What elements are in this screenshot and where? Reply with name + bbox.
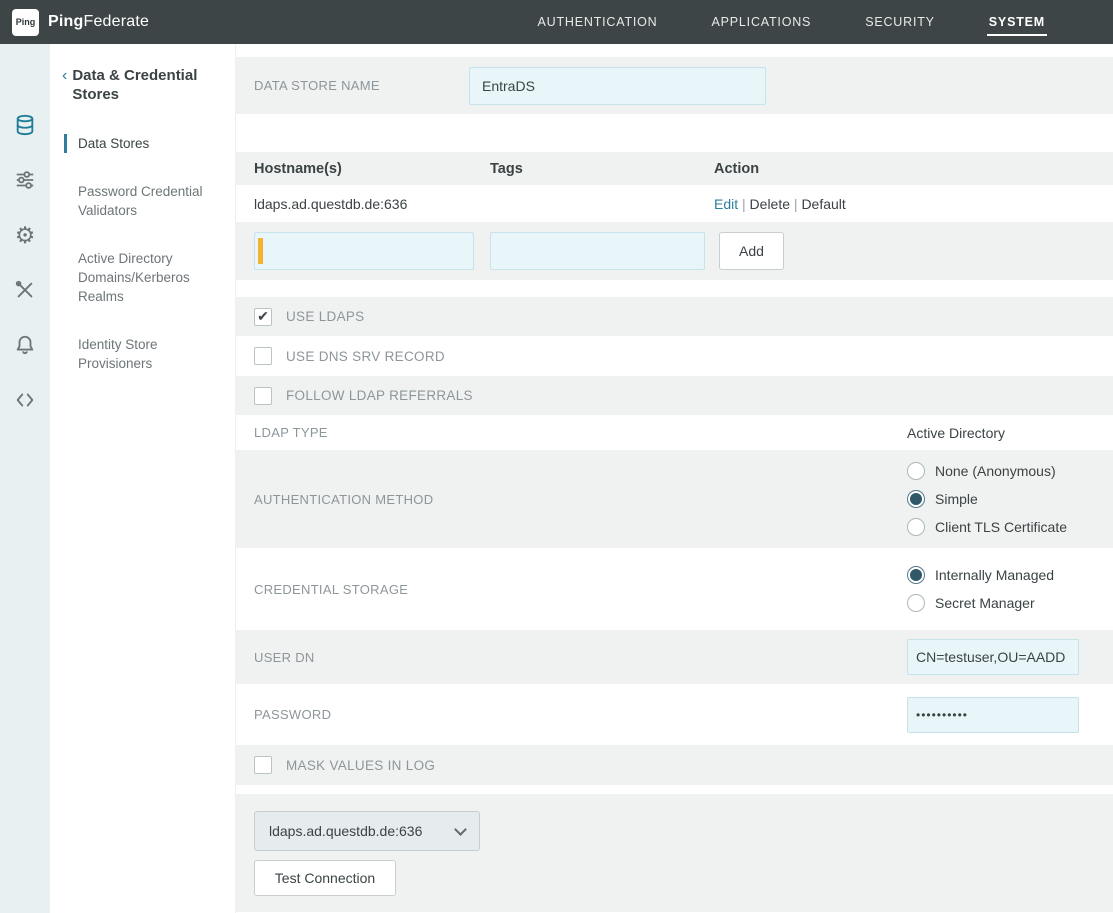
user-dn-label: USER DN <box>254 650 907 665</box>
credential-storage-row: CREDENTIAL STORAGE Internally Managed Se… <box>236 548 1113 630</box>
ldap-type-row: LDAP TYPE Active Directory <box>236 415 1113 450</box>
icon-rail: ⚙ <box>0 44 50 913</box>
nav-system[interactable]: SYSTEM <box>987 9 1047 36</box>
add-button[interactable]: Add <box>719 232 784 270</box>
sidebar-item-data-stores[interactable]: Data Stores <box>64 134 235 153</box>
mask-values-label: MASK VALUES IN LOG <box>286 758 435 773</box>
radio-internally-managed[interactable] <box>907 566 925 584</box>
col-action: Action <box>714 161 1113 177</box>
follow-ldap-referrals-label: FOLLOW LDAP REFERRALS <box>286 388 473 403</box>
radio-secret-manager[interactable] <box>907 594 925 612</box>
use-dns-srv-row: USE DNS SRV RECORD <box>236 336 1113 376</box>
ping-logo-icon: Ping <box>12 9 39 36</box>
ldap-type-label: LDAP TYPE <box>254 425 907 440</box>
tools-icon[interactable] <box>13 278 37 302</box>
radio-client-tls[interactable] <box>907 518 925 536</box>
back-chevron-icon[interactable]: ‹ <box>62 66 67 104</box>
use-dns-srv-label: USE DNS SRV RECORD <box>286 349 445 364</box>
ldap-type-value: Active Directory <box>907 425 1005 441</box>
ping-logo-text: Ping <box>16 17 36 27</box>
radio-none-anonymous[interactable] <box>907 462 925 480</box>
connection-select-value: ldaps.ad.questdb.de:636 <box>269 823 456 839</box>
credential-storage-options: Internally Managed Secret Manager <box>907 566 1054 612</box>
sidebar-title: Data & Credential Stores <box>72 66 212 104</box>
data-store-name-input[interactable] <box>469 67 766 105</box>
radio-none-anonymous-label: None (Anonymous) <box>935 463 1056 479</box>
credential-storage-label: CREDENTIAL STORAGE <box>254 582 907 597</box>
use-ldaps-row: USE LDAPS <box>236 297 1113 336</box>
radio-simple-label: Simple <box>935 491 978 507</box>
hostname-value: ldaps.ad.questdb.de:636 <box>254 196 490 212</box>
app-title-bold: Ping <box>48 13 83 30</box>
text-caret <box>258 238 263 264</box>
action-separator: | <box>742 196 750 212</box>
use-ldaps-checkbox[interactable] <box>254 308 272 326</box>
test-connection-section: ldaps.ad.questdb.de:636 Test Connection <box>236 794 1113 912</box>
password-label: PASSWORD <box>254 707 907 722</box>
sidebar-header: ‹ Data & Credential Stores <box>50 66 235 104</box>
default-link[interactable]: Default <box>801 196 845 212</box>
user-dn-row: USER DN <box>236 630 1113 684</box>
sliders-icon[interactable] <box>13 168 37 192</box>
use-ldaps-label: USE LDAPS <box>286 309 364 324</box>
use-dns-srv-checkbox[interactable] <box>254 347 272 365</box>
authentication-method-label: AUTHENTICATION METHOD <box>254 492 907 507</box>
topbar: Ping PingFederate AUTHENTICATION APPLICA… <box>0 0 1113 44</box>
edit-link[interactable]: Edit <box>714 196 738 212</box>
auth-option-none[interactable]: None (Anonymous) <box>907 462 1067 480</box>
main-content: DATA STORE NAME Hostname(s) Tags Action … <box>236 44 1113 913</box>
new-tags-input[interactable] <box>490 232 705 270</box>
user-dn-input[interactable] <box>907 639 1079 675</box>
table-row: ldaps.ad.questdb.de:636 Edit | Delete | … <box>236 185 1113 222</box>
password-row: PASSWORD <box>236 684 1113 745</box>
test-connection-button[interactable]: Test Connection <box>254 860 396 896</box>
nav-authentication[interactable]: AUTHENTICATION <box>536 9 660 36</box>
auth-option-simple[interactable]: Simple <box>907 490 1067 508</box>
authentication-method-options: None (Anonymous) Simple Client TLS Certi… <box>907 462 1067 536</box>
mask-values-row: MASK VALUES IN LOG <box>236 745 1113 785</box>
connection-select[interactable]: ldaps.ad.questdb.de:636 <box>254 811 480 851</box>
password-input[interactable] <box>907 697 1079 733</box>
app-title: PingFederate <box>48 13 149 31</box>
sidebar-item-ad-domains-kerberos[interactable]: Active Directory Domains/Kerberos Realms <box>64 249 235 306</box>
delete-link[interactable]: Delete <box>750 196 790 212</box>
follow-ldap-referrals-row: FOLLOW LDAP REFERRALS <box>236 376 1113 415</box>
radio-secret-manager-label: Secret Manager <box>935 595 1035 611</box>
sidebar: ‹ Data & Credential Stores Data Stores P… <box>50 44 236 913</box>
chevron-down-icon <box>454 823 467 836</box>
sidebar-item-password-credential-validators[interactable]: Password Credential Validators <box>64 182 235 220</box>
mask-values-checkbox[interactable] <box>254 756 272 774</box>
data-store-name-row: DATA STORE NAME <box>236 57 1113 114</box>
nav-security[interactable]: SECURITY <box>863 9 937 36</box>
authentication-method-row: AUTHENTICATION METHOD None (Anonymous) S… <box>236 450 1113 548</box>
bell-icon[interactable] <box>13 333 37 357</box>
top-navigation: AUTHENTICATION APPLICATIONS SECURITY SYS… <box>536 9 1113 36</box>
auth-option-client-tls[interactable]: Client TLS Certificate <box>907 518 1067 536</box>
sidebar-item-identity-store-provisioners[interactable]: Identity Store Provisioners <box>64 335 235 373</box>
row-actions: Edit | Delete | Default <box>714 196 1113 212</box>
radio-internally-managed-label: Internally Managed <box>935 567 1054 583</box>
sidebar-menu: Data Stores Password Credential Validato… <box>50 134 235 373</box>
app-title-rest: Federate <box>83 13 149 30</box>
cred-option-secret-manager[interactable]: Secret Manager <box>907 594 1054 612</box>
col-hostnames: Hostname(s) <box>254 161 490 177</box>
nav-applications[interactable]: APPLICATIONS <box>710 9 814 36</box>
data-store-name-label: DATA STORE NAME <box>254 78 469 93</box>
new-hostname-input[interactable] <box>254 232 474 270</box>
database-icon[interactable] <box>13 113 37 137</box>
add-hostname-row: Add <box>236 222 1113 280</box>
radio-simple[interactable] <box>907 490 925 508</box>
radio-client-tls-label: Client TLS Certificate <box>935 519 1067 535</box>
follow-ldap-referrals-checkbox[interactable] <box>254 387 272 405</box>
cred-option-internally-managed[interactable]: Internally Managed <box>907 566 1054 584</box>
code-icon[interactable] <box>13 388 37 412</box>
gear-icon[interactable]: ⚙ <box>13 223 37 247</box>
hostname-table-header: Hostname(s) Tags Action <box>236 152 1113 185</box>
col-tags: Tags <box>490 161 714 177</box>
